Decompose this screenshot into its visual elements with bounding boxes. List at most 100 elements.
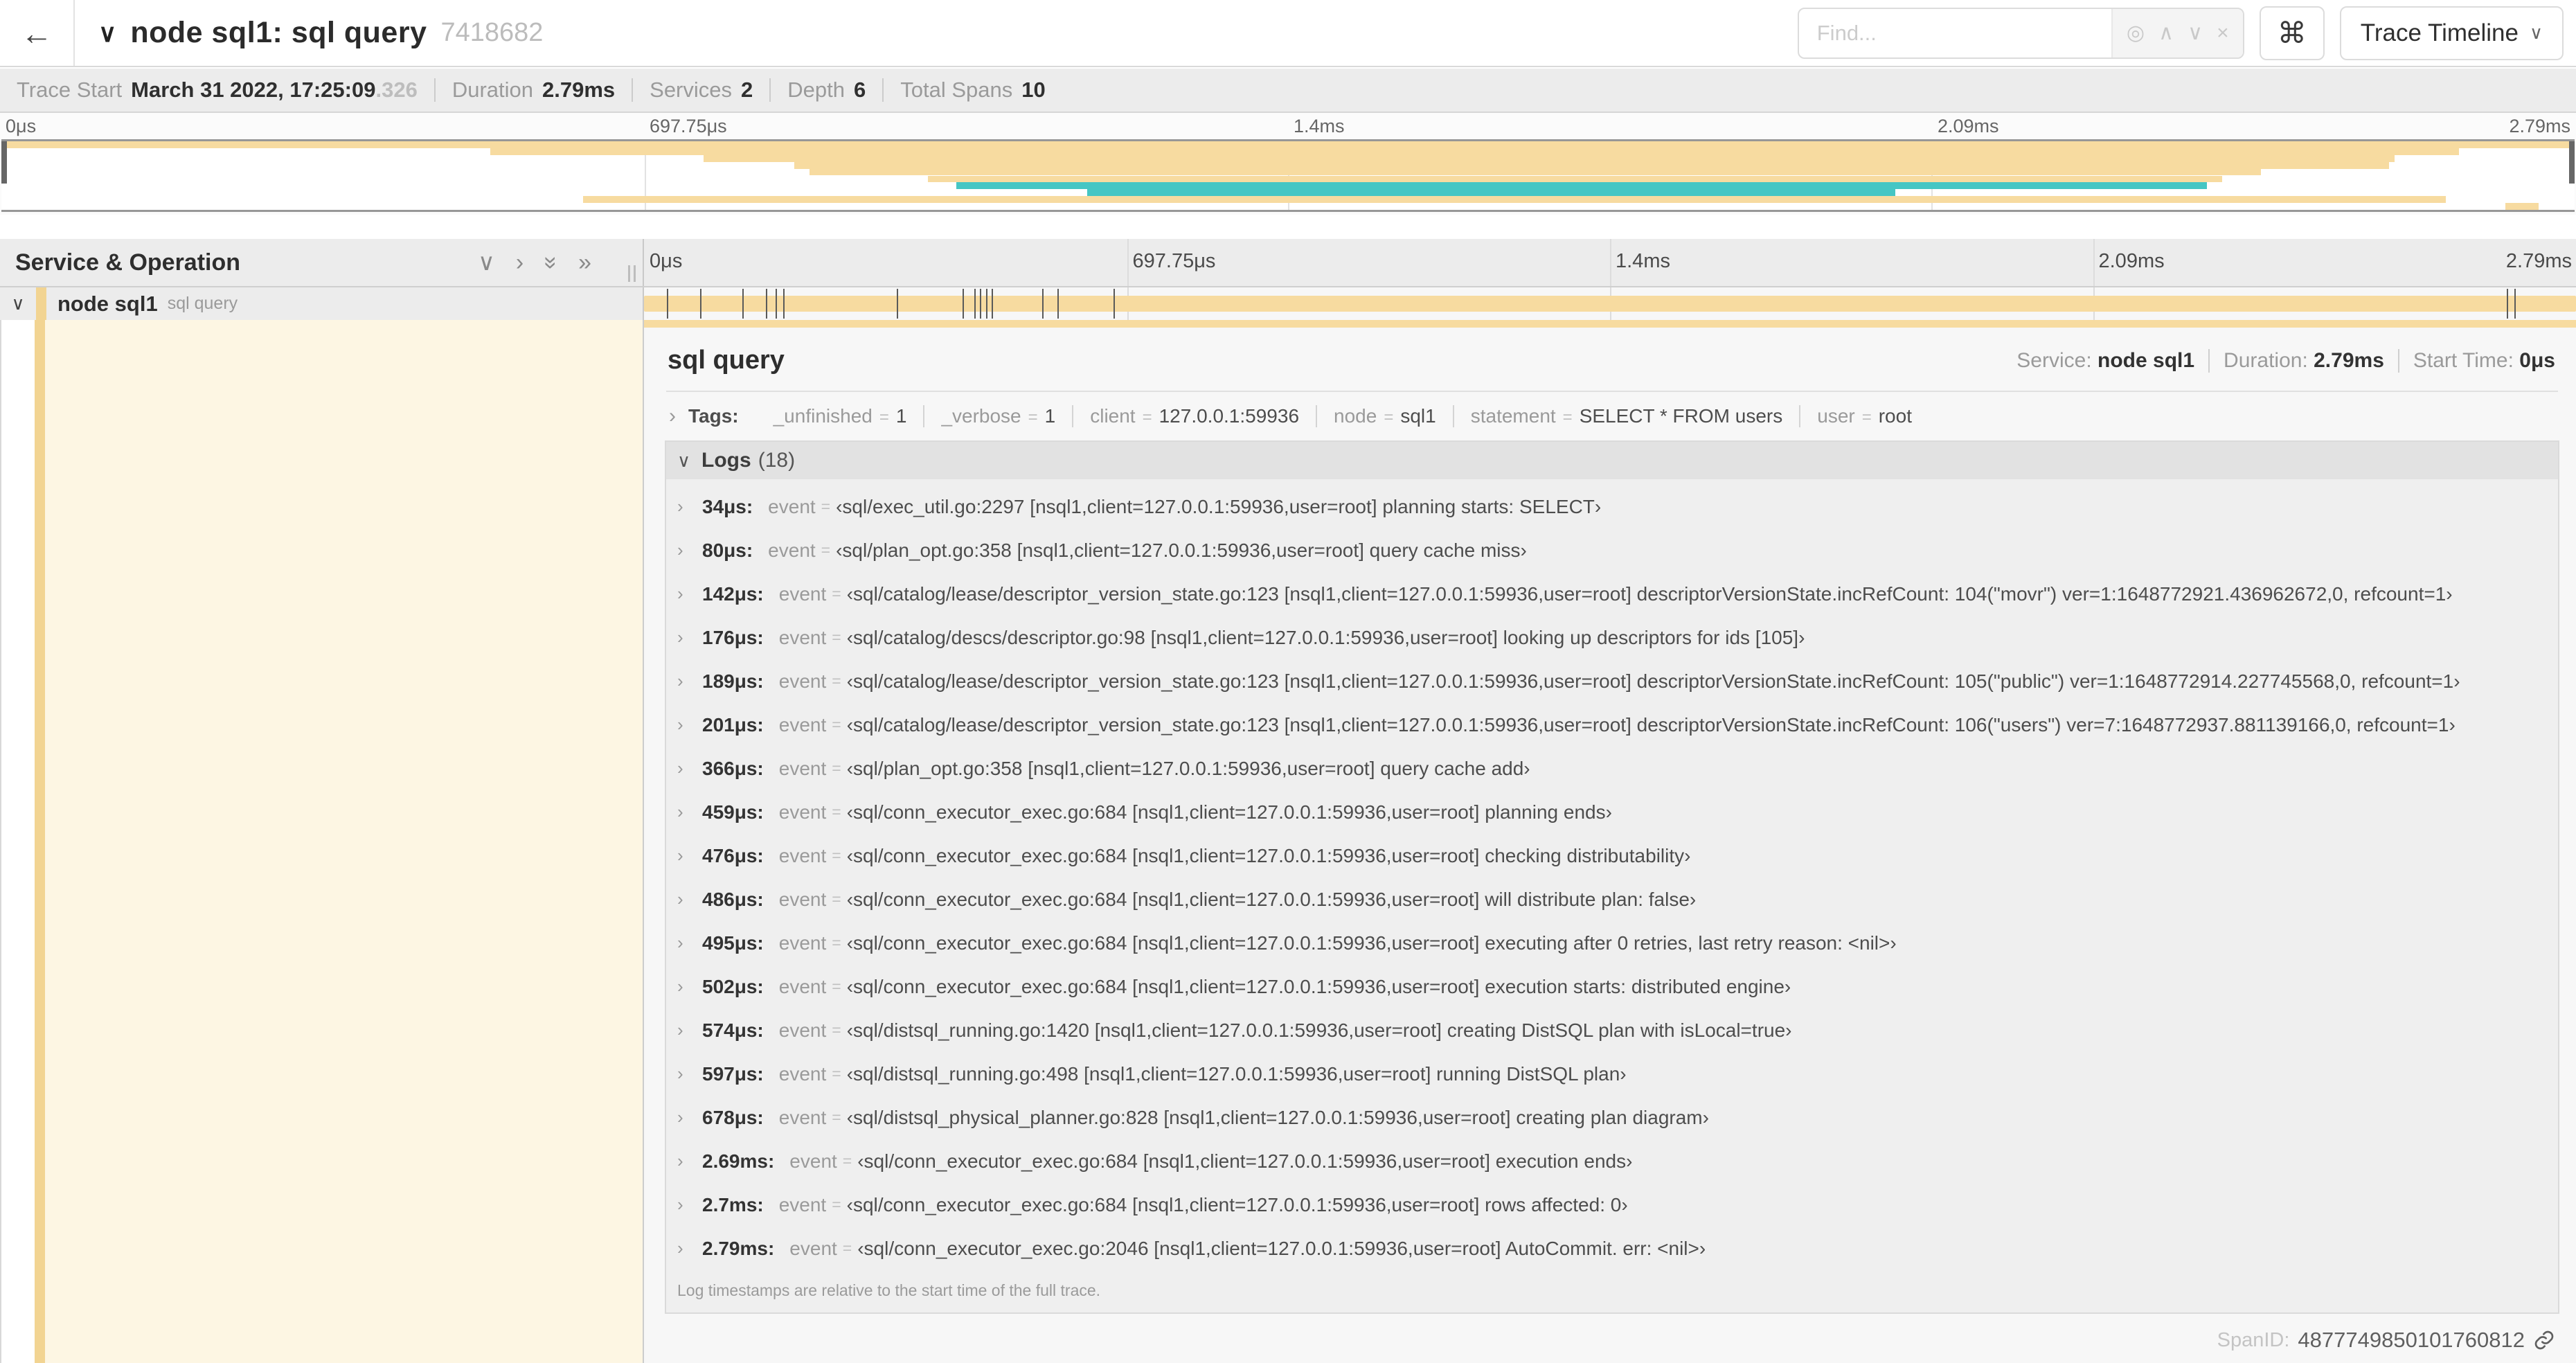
top-bar: ← ∨ node sql1: sql query 7418682 ◎ ∧ ∨ ×…: [0, 0, 2576, 67]
find-next-icon[interactable]: ∨: [2188, 21, 2203, 45]
log-event-tick: [1057, 289, 1059, 319]
log-timestamp: 574μs:: [702, 1019, 764, 1041]
tag-key: client: [1090, 405, 1136, 427]
log-row[interactable]: › 597μs: event = ‹sql/distsql_running.go:498…: [666, 1052, 2558, 1096]
chevron-right-icon: ›: [677, 1238, 683, 1258]
tags-label: Tags:: [688, 405, 739, 427]
ruler-tick-label: 0μs: [650, 250, 683, 272]
log-field-key: event: [768, 495, 816, 517]
log-field-key: event: [778, 975, 827, 997]
log-event-tick: [897, 289, 899, 319]
ruler-tick-label: 1.4ms: [1616, 250, 1670, 272]
log-field-value: ‹sql/conn_executor_exec.go:684 [nsql1,cl…: [846, 801, 1612, 823]
span-row: ∨ node sql1 sql query: [0, 287, 2576, 320]
locate-icon[interactable]: ◎: [2127, 21, 2145, 45]
minimap-canvas[interactable]: [1, 139, 2575, 212]
log-row[interactable]: › 142μs: event = ‹sql/catalog/lease/descript…: [666, 572, 2558, 616]
span-duration-bar[interactable]: [644, 296, 2576, 312]
collapse-all-icon[interactable]: »: [537, 256, 564, 269]
tag-equals: =: [1384, 408, 1394, 427]
span-footer: SpanID: 4877749850101760812: [665, 1314, 2559, 1353]
minimap-tick-labels: 0μs 697.75μs 1.4ms 2.09ms 2.79ms: [0, 113, 2576, 139]
chevron-right-icon: ›: [677, 670, 683, 691]
log-equals: =: [832, 890, 841, 908]
log-equals: =: [832, 1195, 841, 1213]
find-input[interactable]: [1798, 8, 2111, 57]
expand-all-icon[interactable]: »: [578, 249, 591, 276]
minimap-span: [927, 175, 2222, 183]
log-equals: =: [832, 977, 841, 995]
chevron-right-icon: ›: [677, 976, 683, 997]
keyboard-shortcuts-button[interactable]: ⌘: [2259, 6, 2325, 60]
log-row[interactable]: › 678μs: event = ‹sql/distsql_physical_plann…: [666, 1096, 2558, 1139]
trace-title-group[interactable]: ∨ node sql1: sql query 7418682: [98, 16, 543, 50]
summary-value: 10: [1021, 78, 1046, 102]
log-row[interactable]: › 176μs: event = ‹sql/catalog/descs/descript…: [666, 616, 2558, 659]
find-clear-icon[interactable]: ×: [2217, 21, 2229, 45]
log-row[interactable]: › 2.69ms: event = ‹sql/conn_executor_exec.go…: [666, 1139, 2558, 1183]
trace-summary-item: Trace Start March 31 2022, 17:25:09.326: [14, 78, 434, 103]
log-row[interactable]: › 574μs: event = ‹sql/distsql_running.go:142…: [666, 1008, 2558, 1052]
logs-footnote: Log timestamps are relative to the start…: [677, 1281, 1101, 1299]
log-field-value: ‹sql/catalog/lease/descriptor_version_st…: [846, 670, 2460, 692]
log-row[interactable]: › 2.79ms: event = ‹sql/conn_executor_exec.go…: [666, 1227, 2558, 1270]
service-operation-title: Service & Operation: [15, 249, 241, 276]
log-row[interactable]: › 2.7ms: event = ‹sql/conn_executor_exec.go:…: [666, 1183, 2558, 1227]
back-button[interactable]: ←: [0, 0, 75, 66]
span-bar-cell[interactable]: [644, 287, 2576, 320]
log-row[interactable]: › 366μs: event = ‹sql/plan_opt.go:358 [nsql1…: [666, 747, 2558, 790]
collapse-one-icon[interactable]: ∨: [478, 249, 495, 276]
log-equals: =: [821, 541, 831, 559]
expand-one-icon[interactable]: ›: [516, 249, 524, 276]
summary-label: Trace Start: [17, 78, 123, 102]
log-row[interactable]: › 502μs: event = ‹sql/conn_executor_exec.go:…: [666, 965, 2558, 1008]
log-row[interactable]: › 189μs: event = ‹sql/catalog/lease/descript…: [666, 659, 2558, 703]
log-row[interactable]: › 34μs: event = ‹sql/exec_util.go:2297 [nsql…: [666, 485, 2558, 528]
log-field-key: event: [778, 888, 827, 910]
span-row-label[interactable]: ∨ node sql1 sql query: [0, 287, 644, 320]
log-row[interactable]: › 495μs: event = ‹sql/conn_executor_exec.go:…: [666, 921, 2558, 965]
find-prev-icon[interactable]: ∧: [2158, 21, 2174, 45]
tag-value: sql1: [1400, 405, 1436, 427]
log-field-key: event: [789, 1237, 837, 1259]
ruler-gridline: [1610, 239, 1611, 286]
service-label: Service:: [2016, 348, 2092, 372]
logs-label: Logs: [701, 449, 751, 472]
tags-accordion[interactable]: › Tags: _unfinished = 1 _verbose = 1 client = 12…: [665, 392, 2559, 439]
log-event-tick: [765, 289, 767, 319]
log-equals: =: [842, 1152, 852, 1170]
trace-view-switcher[interactable]: Trace Timeline ∨: [2339, 6, 2564, 60]
start-time-value: 0μs: [2519, 348, 2555, 372]
log-field-value: ‹sql/catalog/lease/descriptor_version_st…: [846, 582, 2453, 605]
log-event-tick: [1041, 289, 1044, 319]
chevron-right-icon: ›: [677, 1107, 683, 1128]
log-field-key: event: [778, 757, 827, 779]
log-row[interactable]: › 486μs: event = ‹sql/conn_executor_exec.go:…: [666, 878, 2558, 921]
link-icon[interactable]: [2533, 1329, 2555, 1351]
log-field-key: event: [778, 582, 827, 605]
log-timestamp: 459μs:: [702, 801, 764, 823]
minimap-right-handle[interactable]: [2569, 141, 2575, 184]
logs-header[interactable]: ∨ Logs (18): [666, 442, 2558, 479]
log-field-value: ‹sql/conn_executor_exec.go:684 [nsql1,cl…: [846, 932, 1897, 954]
trace-summary-item: Duration 2.79ms: [436, 78, 632, 103]
view-switcher-label: Trace Timeline: [2360, 19, 2519, 46]
log-timestamp: 366μs:: [702, 757, 764, 779]
chevron-down-icon: ∨: [2529, 22, 2543, 43]
ruler-gridline: [1127, 239, 1129, 286]
page-title: node sql1: sql query: [130, 16, 427, 49]
tag-item: client = 127.0.0.1:59936: [1073, 405, 1316, 427]
minimap-left-handle[interactable]: [1, 141, 7, 184]
log-row[interactable]: › 476μs: event = ‹sql/conn_executor_exec.go:…: [666, 834, 2558, 878]
span-collapse-icon[interactable]: ∨: [0, 293, 36, 314]
log-field-key: event: [778, 670, 827, 692]
log-field-value: ‹sql/distsql_running.go:498 [nsql1,clien…: [846, 1062, 1627, 1085]
log-row[interactable]: › 201μs: event = ‹sql/catalog/lease/descript…: [666, 703, 2558, 747]
log-timestamp: 2.69ms:: [702, 1150, 775, 1172]
log-equals: =: [832, 846, 841, 864]
collapse-trace-icon[interactable]: ∨: [98, 19, 116, 48]
log-row[interactable]: › 80μs: event = ‹sql/plan_opt.go:358 [nsql1,…: [666, 528, 2558, 572]
column-resize-handle[interactable]: [628, 265, 636, 282]
ruler-tick-label: 697.75μs: [1132, 250, 1216, 272]
log-row[interactable]: › 459μs: event = ‹sql/conn_executor_exec.go:…: [666, 790, 2558, 834]
